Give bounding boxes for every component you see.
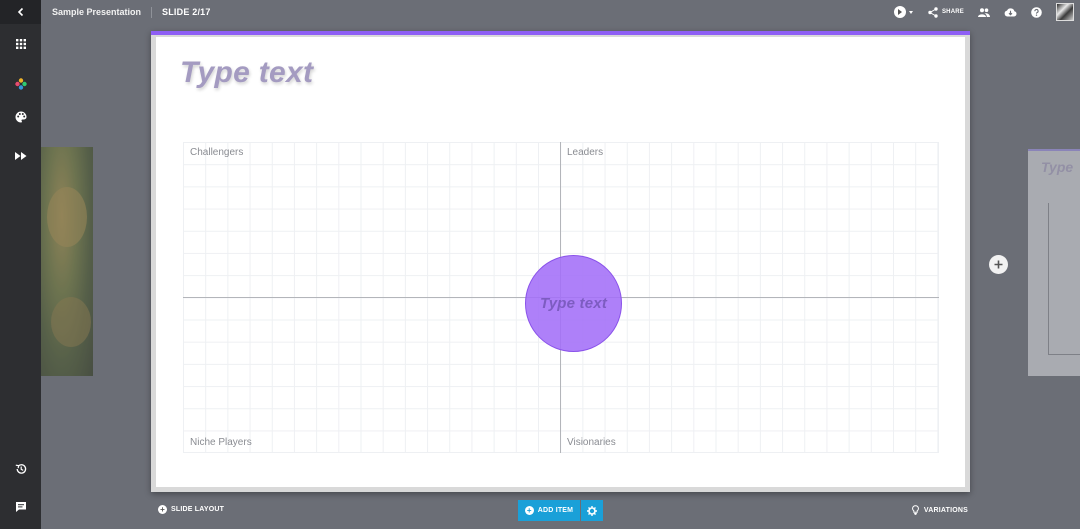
people-icon [978,7,990,17]
plus-icon [994,260,1003,269]
quadrant-label-niche-players[interactable]: Niche Players [190,437,252,448]
top-bar: Sample Presentation SLIDE 2/17 SHARE [41,0,1080,24]
plus-circle-icon: + [158,505,167,514]
history-button[interactable] [0,457,41,481]
title-divider [151,6,153,18]
gear-icon [587,505,597,516]
share-label: SHARE [941,9,964,15]
bubble-label[interactable]: Type text [540,295,607,312]
help-button[interactable] [1031,6,1042,18]
variations-label: VARIATIONS [923,506,968,514]
animations-button[interactable] [0,144,41,168]
share-icon [928,6,938,18]
add-item-settings-button[interactable] [581,500,603,521]
quadrant-label-visionaries[interactable]: Visionaries [567,437,616,448]
fast-forward-icon [14,152,26,160]
slide-frame: Type text Challengers Leaders Niche Play… [151,31,970,492]
color-dots-icon [14,78,27,90]
thumbnail-axis [1048,354,1080,355]
thumbnail-axis [1048,203,1049,355]
present-button[interactable] [893,4,918,20]
thumbnail-image-detail [47,187,87,247]
quadrant-chart[interactable]: Challengers Leaders Niche Players Vision… [183,142,939,453]
play-icon [893,6,906,18]
variations-button[interactable]: VARIATIONS [911,505,968,515]
chevron-left-icon [17,7,23,17]
next-slide-title: Type [1041,159,1074,175]
slide-layout-label: SLIDE LAYOUT [171,506,225,513]
palette-icon [15,111,26,123]
cloud-download-icon [1004,8,1017,17]
slide-layout-button[interactable]: + SLIDE LAYOUT [158,505,224,514]
quadrant-label-challengers[interactable]: Challengers [190,147,243,158]
theme-button[interactable] [0,105,41,129]
slide-title[interactable]: Type text [180,56,313,90]
previous-slide-thumbnail[interactable] [41,147,93,376]
add-item-label: ADD ITEM [537,507,574,514]
slide-canvas[interactable]: Type text Challengers Leaders Niche Play… [156,37,965,487]
presentation-title[interactable]: Sample Presentation [52,7,141,17]
back-button[interactable] [0,0,41,24]
chevron-down-icon [908,10,913,14]
slide-indicator: SLIDE 2/17 [162,7,211,17]
quadrant-label-leaders[interactable]: Leaders [567,147,603,158]
share-button[interactable]: SHARE [928,6,964,18]
colors-button[interactable] [0,72,41,96]
thumbnail-image-detail [51,297,91,347]
left-sidebar [0,0,41,529]
comment-icon [15,502,26,512]
apps-button[interactable] [0,32,41,56]
grid-icon [15,39,26,49]
lightbulb-icon [911,505,919,515]
slide-accent-bar [151,31,970,35]
top-bar-actions: SHARE [893,0,1074,24]
comments-button[interactable] [0,495,41,519]
history-icon [15,464,26,474]
plus-circle-icon: + [524,506,534,515]
add-item-button[interactable]: + ADD ITEM [518,500,580,521]
bottom-bar: + SLIDE LAYOUT + ADD ITEM VARIATIONS [41,500,1080,522]
chart-bubble[interactable]: Type text [525,255,622,352]
help-icon [1031,6,1042,18]
next-slide-thumbnail[interactable]: Type [1028,149,1080,376]
collaborators-button[interactable] [978,7,990,17]
add-slide-button[interactable] [989,255,1008,274]
avatar[interactable] [1056,3,1074,21]
download-button[interactable] [1004,7,1017,17]
